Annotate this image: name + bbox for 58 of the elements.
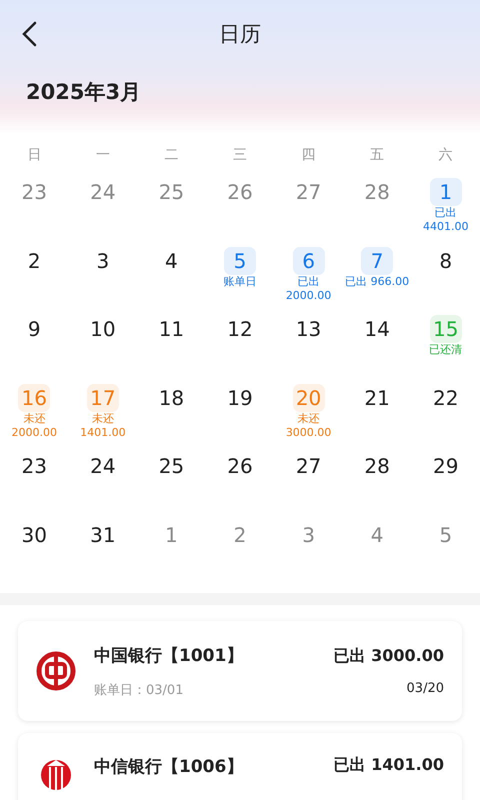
calendar-day[interactable]: 26 xyxy=(224,452,256,480)
weekday-label: 一 xyxy=(96,146,110,164)
day-note: 未还 xyxy=(92,412,114,426)
calendar-day[interactable]: 9 xyxy=(18,315,50,343)
calendar-day[interactable]: 8 xyxy=(430,246,462,274)
day-note: 2000.00 xyxy=(12,426,58,440)
calendar-day[interactable]: 21 xyxy=(361,384,394,412)
calendar-day[interactable]: 6 xyxy=(292,246,325,274)
day-note: 已出 xyxy=(434,206,457,220)
coin-logo-icon xyxy=(36,651,76,691)
calendar-day[interactable]: 3 xyxy=(86,246,119,274)
weekday-label: 日 xyxy=(27,146,42,164)
calendar-day[interactable]: 23 xyxy=(18,452,50,480)
calendar-day[interactable]: 7 xyxy=(361,246,394,274)
bank-name: 中国银行【1001】 xyxy=(94,644,244,666)
weekday-label: 六 xyxy=(438,146,453,164)
page-title: 日历 xyxy=(219,21,261,48)
day-note: 已还清 xyxy=(429,343,462,357)
day-note: 4401.00 xyxy=(422,220,468,234)
calendar-day[interactable]: 30 xyxy=(18,520,50,548)
weekday-label: 五 xyxy=(370,146,384,164)
day-note: 2000.00 xyxy=(286,288,332,302)
calendar-day[interactable]: 4 xyxy=(155,246,188,274)
day-note: 已出 xyxy=(298,274,320,288)
calendar-day[interactable]: 31 xyxy=(86,520,119,548)
day-note: 已出 966.00 xyxy=(345,274,410,288)
day-note: 未还 xyxy=(298,412,320,426)
calendar-day[interactable]: 10 xyxy=(86,315,119,343)
bank-card[interactable]: 中国银行【1001】 账单日：03/01 已出 3000.00 03/20 xyxy=(18,621,462,721)
due-date: 03/20 xyxy=(406,681,444,696)
calendar-day[interactable]: 12 xyxy=(224,315,256,343)
calendar-day[interactable]: 13 xyxy=(292,315,325,343)
weekday-label: 二 xyxy=(164,146,178,164)
calendar-day[interactable]: 18 xyxy=(155,384,188,412)
calendar-day[interactable]: 24 xyxy=(86,452,119,480)
weekday-label: 四 xyxy=(302,146,316,164)
bank-name: 中信银行【1006】 xyxy=(94,756,244,778)
calendar-day[interactable]: 29 xyxy=(430,452,462,480)
day-note: 账单日 xyxy=(223,274,256,288)
calendar-day[interactable]: 11 xyxy=(155,315,188,343)
calendar-day[interactable]: 5 xyxy=(224,246,256,274)
day-note: 3000.00 xyxy=(286,426,332,440)
calendar-day[interactable]: 14 xyxy=(361,315,394,343)
calendar-day[interactable]: 28 xyxy=(361,452,394,480)
bill-amount: 已出 3000.00 xyxy=(334,646,444,667)
bill-amount: 已出 1401.00 xyxy=(334,755,444,776)
bank-card[interactable]: 中信银行【1006】 已出 1401.00 xyxy=(18,733,462,800)
day-note: 未还 xyxy=(23,412,46,426)
calendar-day[interactable]: 1 xyxy=(430,178,462,206)
calendar-day[interactable]: 2 xyxy=(18,246,50,274)
calendar-day[interactable]: 22 xyxy=(430,384,462,412)
month-title: 2025年3月 xyxy=(26,79,142,106)
bill-day: 账单日：03/01 xyxy=(94,680,316,698)
weekday-label: 三 xyxy=(232,146,247,164)
calendar-day[interactable]: 25 xyxy=(155,452,188,480)
calendar-day[interactable]: 19 xyxy=(224,384,256,412)
day-note: 1401.00 xyxy=(80,426,126,440)
calendar-day[interactable]: 27 xyxy=(292,452,325,480)
